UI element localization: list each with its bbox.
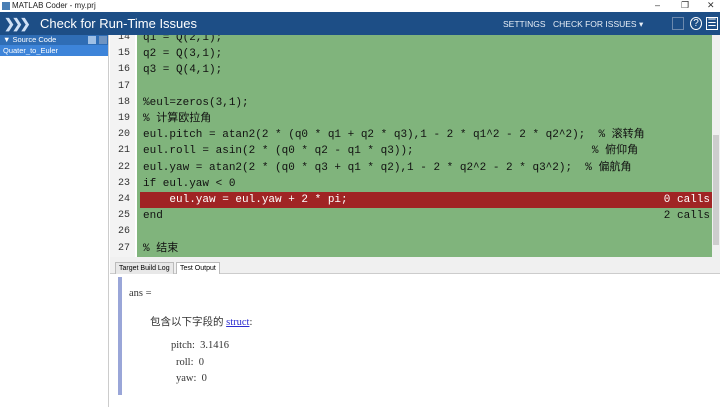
code-line: 21 eul.roll = asin(2 * (q0 * q2 - q1 * q3…: [110, 143, 712, 159]
list-view-icon[interactable]: [88, 36, 96, 44]
output-tabs: Target Build Log Test Output: [110, 257, 720, 274]
code-line: 26: [110, 224, 712, 240]
code-text: end: [143, 210, 163, 223]
scroll-thumb[interactable]: [713, 135, 719, 245]
line-number: 18: [117, 96, 130, 108]
page-title: Check for Run-Time Issues: [40, 16, 198, 31]
code-line: 14 q1 = Q(2,1);: [110, 35, 712, 46]
app-icon: [2, 2, 10, 10]
code-text: %eul=zeros(3,1);: [143, 96, 249, 109]
check-for-issues-button[interactable]: CHECK FOR ISSUES ▾: [553, 19, 643, 30]
line-number: 22: [117, 161, 130, 173]
code-scrollbar[interactable]: [712, 35, 720, 257]
field-pitch: pitch: 3.1416: [171, 340, 230, 351]
code-line: 18 %eul=zeros(3,1);: [110, 95, 712, 111]
menu-icon[interactable]: ☰: [706, 17, 718, 30]
struct-description: 包含以下字段的 struct:: [150, 317, 253, 328]
minimize-button[interactable]: –: [655, 0, 660, 10]
source-code-header[interactable]: ▼ Source Code: [0, 35, 108, 45]
toolbar: ❯❯❯ Check for Run-Time Issues SETTINGS C…: [0, 12, 720, 35]
line-number: 27: [117, 242, 130, 254]
code-line: 17: [110, 79, 712, 95]
settings-button[interactable]: SETTINGS: [503, 19, 546, 29]
code-line: 24 eul.yaw = eul.yaw + 2 * pi; 0 calls: [110, 192, 712, 209]
window-title: MATLAB Coder - my.prj: [12, 1, 96, 10]
line-number: 15: [117, 48, 130, 60]
line-number: 20: [117, 129, 130, 141]
line-number: 26: [117, 226, 130, 238]
ans-label: ans =: [129, 288, 152, 299]
tab-target-build-log[interactable]: Target Build Log: [115, 262, 174, 274]
line-number: 25: [117, 210, 130, 222]
call-count: 2 calls: [663, 210, 710, 223]
code-text: eul.yaw = eul.yaw + 2 * pi;: [143, 194, 348, 206]
code-text: q2 = Q(3,1);: [143, 48, 223, 61]
line-number: 24: [117, 194, 130, 205]
code-text: q1 = Q(2,1);: [143, 35, 223, 44]
line-number: 19: [117, 113, 130, 124]
code-line: 25 end 2 calls: [110, 208, 712, 224]
code-text: if eul.yaw < 0: [143, 177, 236, 190]
line-number: 23: [117, 177, 130, 189]
code-line: 16 q3 = Q(4,1);: [110, 62, 712, 78]
code-line: 27 % 结束: [110, 241, 712, 257]
close-button[interactable]: ✕: [707, 0, 715, 11]
code-text: eul.pitch = atan2(2 * (q0 * q1 + q2 * q3…: [143, 129, 645, 142]
line-number: 21: [117, 145, 130, 157]
code-line: 20 eul.pitch = atan2(2 * (q0 * q1 + q2 * …: [110, 127, 712, 143]
code-line: 19 % 计算欧拉角: [110, 111, 712, 127]
tree-view-icon[interactable]: [99, 36, 107, 44]
field-yaw: yaw: 0: [176, 373, 207, 384]
struct-link[interactable]: struct: [226, 317, 249, 328]
line-number: 16: [117, 64, 130, 76]
code-line: 23 if eul.yaw < 0: [110, 176, 712, 192]
code-text: eul.yaw = atan2(2 * (q0 * q3 + q1 * q2),…: [143, 161, 632, 174]
title-bar: MATLAB Coder - my.prj – ❐ ✕: [0, 0, 720, 12]
code-text: q3 = Q(4,1);: [143, 64, 223, 77]
code-viewer: 14 q1 = Q(2,1); 15 q2 = Q(3,1); 16 q3 = Q(4,1…: [110, 35, 712, 257]
code-line: 22 eul.yaw = atan2(2 * (q0 * q3 + q1 * q2…: [110, 160, 712, 176]
maximize-button[interactable]: ❐: [681, 0, 689, 11]
code-line: 15 q2 = Q(3,1);: [110, 46, 712, 62]
tab-test-output[interactable]: Test Output: [176, 262, 220, 274]
help-icon[interactable]: ?: [690, 17, 702, 30]
source-code-panel: ▼ Source Code Quater_to_Euler: [0, 35, 109, 407]
code-text: eul.roll = asin(2 * (q0 * q2 - q1 * q3))…: [143, 145, 639, 158]
line-number: 14: [117, 35, 130, 43]
code-text: % 结束: [143, 242, 179, 255]
call-count: 0 calls: [663, 194, 710, 206]
coder-logo-icon: ❯❯❯: [4, 16, 31, 31]
code-text: % 计算欧拉角: [143, 113, 212, 125]
test-output-panel: ans = 包含以下字段的 struct: pitch: 3.1416 roll…: [110, 274, 720, 407]
save-icon[interactable]: [672, 17, 684, 30]
source-file-item[interactable]: Quater_to_Euler: [0, 45, 108, 56]
field-roll: roll: 0: [176, 357, 204, 368]
line-number: 17: [117, 80, 130, 92]
